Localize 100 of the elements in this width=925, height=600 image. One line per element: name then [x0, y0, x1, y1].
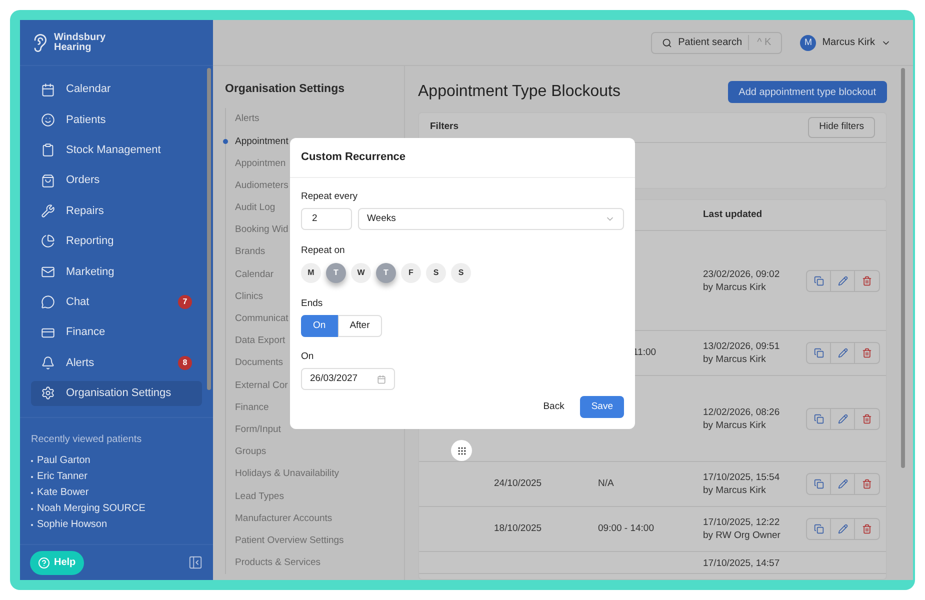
settings-nav-item[interactable]: Communicat — [235, 313, 288, 326]
nav-item[interactable]: Calendar — [31, 77, 202, 102]
add-blockout-button[interactable]: Add appointment type blockout — [728, 81, 887, 103]
count-badge: 7 — [178, 295, 192, 310]
ends-option-tab[interactable]: After — [338, 314, 382, 337]
settings-nav-item[interactable]: Manufacturer Accounts — [235, 512, 332, 525]
smiley-icon — [41, 112, 55, 127]
nav-item[interactable]: Organisation Settings — [31, 380, 202, 406]
trash-icon — [862, 414, 872, 424]
user-menu[interactable]: M Marcus Kirk — [800, 34, 891, 50]
page-title: Appointment Type Blockouts — [418, 82, 620, 102]
updated-timestamp: 17/10/2025, 12:22 — [703, 516, 781, 529]
back-button[interactable]: Back — [543, 396, 564, 418]
weekday-toggle[interactable]: W — [351, 262, 371, 282]
recent-patient-link[interactable]: Sophie Howson — [37, 518, 108, 531]
envelope-icon — [41, 264, 55, 279]
settings-nav-item[interactable]: Brands — [235, 246, 266, 258]
settings-nav-item[interactable]: Appointment — [235, 136, 288, 148]
weekday-toggle[interactable]: T — [376, 262, 396, 282]
nav-item[interactable]: Finance — [31, 320, 202, 346]
updated-timestamp: 13/02/2026, 09:51 — [703, 340, 781, 353]
nav-item[interactable]: Repairs — [31, 198, 202, 224]
count-badge: 8 — [178, 356, 192, 370]
settings-nav-item[interactable]: Data Export — [235, 335, 286, 348]
copy-icon — [814, 414, 824, 424]
updated-by: by Marcus Kirk — [703, 353, 767, 366]
calendar-icon — [377, 374, 386, 384]
settings-nav-item[interactable]: Clinics — [235, 290, 263, 303]
updated-by: by RW Org Owner — [703, 529, 782, 542]
weekday-toggle[interactable]: M — [301, 262, 321, 282]
filters-heading: Filters — [430, 120, 459, 134]
updated-by: by Marcus Kirk — [703, 418, 767, 432]
end-date-field[interactable]: 26/03/2027 — [301, 368, 395, 390]
field-label: Repeat on — [301, 244, 346, 258]
unit-select[interactable]: Weeks — [358, 208, 624, 230]
weekday-toggle[interactable]: F — [401, 262, 421, 282]
recent-patient-link[interactable]: Kate Bower — [37, 486, 89, 499]
pie-chart-icon — [41, 234, 55, 248]
search-label: Patient search — [678, 36, 742, 50]
table-cell: 09:00 - 14:00 — [598, 522, 654, 534]
weekday-toggle[interactable]: S — [451, 262, 471, 282]
copy-icon — [814, 524, 824, 534]
settings-nav-item[interactable]: Form/Input — [235, 424, 281, 436]
table-cell: N/A — [598, 478, 614, 489]
settings-nav-item[interactable]: Products & Services — [235, 557, 321, 570]
field-label: Ends — [301, 296, 324, 310]
ends-option-tab[interactable]: On — [301, 314, 338, 337]
trash-icon — [862, 479, 872, 489]
settings-nav-item[interactable]: Audiometers — [235, 180, 288, 192]
nav-item[interactable]: Chat 7 — [31, 290, 202, 315]
clipboard-icon — [41, 143, 55, 158]
settings-nav-item[interactable]: Holidays & Unavailability — [235, 468, 340, 480]
hide-filters-button[interactable]: Hide filters — [808, 117, 875, 138]
chat-bubble-icon — [41, 295, 55, 310]
settings-nav-item[interactable]: Calendar — [235, 268, 274, 281]
trash-icon — [862, 276, 872, 286]
settings-nav-item[interactable]: Audit Log — [235, 202, 276, 214]
recent-patient-link[interactable]: Paul Garton — [37, 454, 90, 467]
copy-icon — [814, 479, 824, 489]
recent-patient-link[interactable]: Noah Merging SOURCE — [37, 502, 146, 515]
settings-nav-item[interactable]: External Cor — [235, 380, 288, 392]
settings-nav-item[interactable]: Finance — [235, 402, 269, 414]
updated-timestamp: 23/02/2026, 09:02 — [703, 268, 781, 280]
nav-item[interactable]: Orders — [31, 168, 202, 194]
settings-nav-item[interactable]: Lead Types — [235, 490, 284, 503]
help-icon — [38, 556, 50, 568]
column-header: Last updated — [703, 208, 762, 222]
dialog-title: Custom Recurrence — [301, 150, 406, 166]
nav-item[interactable]: Patients — [31, 107, 202, 132]
nav-item[interactable]: Stock Management — [31, 138, 202, 163]
trash-icon — [862, 524, 872, 534]
settings-nav-item[interactable]: Documents — [235, 357, 284, 370]
user-name: Marcus Kirk — [822, 36, 875, 50]
settings-icon — [41, 386, 55, 400]
settings-nav-item[interactable]: Booking Wid — [235, 224, 288, 236]
settings-nav-item[interactable]: Patient Overview Settings — [235, 534, 344, 547]
collapse-sidebar-icon[interactable] — [188, 555, 203, 570]
nav-item[interactable]: Reporting — [31, 228, 202, 254]
copy-icon — [814, 276, 824, 286]
brand-name: Windsbury Hearing — [54, 32, 107, 52]
weekday-toggle[interactable]: S — [426, 262, 446, 282]
settings-nav-item[interactable]: Groups — [235, 446, 266, 458]
updated-timestamp: 17/10/2025, 14:57 — [703, 557, 781, 570]
updated-timestamp: 12/02/2026, 08:26 — [703, 406, 781, 418]
nav-item[interactable]: Marketing — [31, 259, 202, 284]
updated-by: by Marcus Kirk — [703, 280, 767, 294]
pencil-icon — [838, 524, 848, 534]
interval-input[interactable]: 2 — [301, 208, 352, 230]
settings-heading: Organisation Settings — [225, 82, 346, 97]
table-cell: 24/10/2025 — [494, 478, 542, 489]
settings-nav-item[interactable]: Alerts — [235, 113, 260, 126]
recent-patient-link[interactable]: Eric Tanner — [37, 470, 88, 483]
weekday-toggle[interactable]: T — [326, 262, 346, 282]
settings-nav-item[interactable]: Appointmen — [235, 158, 286, 170]
grip-icon — [456, 446, 466, 456]
pencil-icon — [838, 414, 848, 424]
trash-icon — [862, 348, 872, 358]
pencil-icon — [838, 348, 848, 358]
nav-item[interactable]: Alerts 8 — [31, 350, 202, 376]
save-button[interactable]: Save — [580, 396, 624, 418]
